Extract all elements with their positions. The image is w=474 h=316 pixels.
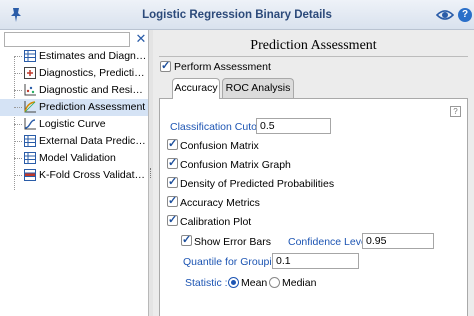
- eye-icon[interactable]: [436, 8, 454, 22]
- sidebar-item-model-validation[interactable]: Model Validation: [0, 150, 148, 167]
- sidebar-item-label: Diagnostic and Residual ...: [39, 84, 147, 96]
- curve-chart-icon: [24, 101, 36, 113]
- show-error-bars-checkbox[interactable]: [181, 233, 192, 246]
- density-probabilities-checkbox[interactable]: [167, 175, 178, 188]
- close-icon[interactable]: ✕: [134, 32, 148, 47]
- sidebar-item-diagnostics-predictions[interactable]: Diagnostics, Predictions, ...: [0, 65, 148, 82]
- calibration-plot-label: Calibration Plot: [180, 216, 252, 228]
- classification-cutoff-input[interactable]: 0.5: [256, 118, 331, 134]
- sidebar-item-prediction-assessment[interactable]: Prediction Assessment: [0, 99, 148, 116]
- table-icon: [24, 152, 36, 164]
- table-icon: [24, 50, 36, 62]
- statistic-mean-label: Mean: [241, 277, 268, 289]
- statistic-mean-radio[interactable]: [228, 277, 239, 288]
- accuracy-metrics-label: Accuracy Metrics: [180, 197, 260, 209]
- window-title: Logistic Regression Binary Details: [142, 9, 332, 21]
- tab-accuracy[interactable]: Accuracy: [172, 78, 220, 99]
- statistic-median-radio[interactable]: [269, 277, 280, 288]
- confusion-matrix-graph-checkbox[interactable]: [167, 156, 178, 169]
- sidebar-item-external-data[interactable]: External Data Predicted ...: [0, 133, 148, 150]
- divider: [159, 56, 468, 57]
- page-title: Prediction Assessment: [250, 38, 377, 53]
- details-panel: Prediction Assessment Perform Assessment…: [153, 30, 474, 316]
- quantile-grouping-input[interactable]: 0.1: [272, 253, 359, 269]
- sidebar-item-label: Diagnostics, Predictions, ...: [39, 67, 147, 79]
- confidence-level-input[interactable]: 0.95: [362, 233, 434, 249]
- tab-roc-analysis[interactable]: ROC Analysis: [222, 78, 294, 98]
- sidebar-item-label: External Data Predicted ...: [39, 135, 147, 147]
- sidebar-item-estimates[interactable]: Estimates and Diagnostics: [0, 48, 148, 65]
- sidebar-item-label: Prediction Assessment: [39, 101, 146, 113]
- sidebar-item-kfold[interactable]: K-Fold Cross Validation: [0, 167, 148, 184]
- confusion-matrix-label: Confusion Matrix: [180, 140, 259, 152]
- table-icon: [24, 135, 36, 147]
- show-error-bars-label: Show Error Bars: [194, 236, 272, 248]
- perform-assessment-label: Perform Assessment: [174, 61, 271, 73]
- scatter-plot-icon: [24, 84, 36, 96]
- sidebar-item-label: Model Validation: [39, 152, 116, 164]
- accuracy-metrics-checkbox[interactable]: [167, 194, 178, 207]
- sidebar-item-diagnostic-residual[interactable]: Diagnostic and Residual ...: [0, 82, 148, 99]
- sidebar-item-label: Logistic Curve: [39, 118, 106, 130]
- navigation-panel: ✕ Estimates and Diagnostics Diagnostics,…: [0, 30, 149, 316]
- search-input[interactable]: [4, 32, 130, 47]
- help-icon[interactable]: ?: [458, 8, 472, 22]
- perform-assessment-checkbox[interactable]: [160, 59, 171, 72]
- search-row: ✕: [4, 32, 147, 47]
- sidebar-item-logistic-curve[interactable]: Logistic Curve: [0, 116, 148, 133]
- confusion-matrix-checkbox[interactable]: [167, 137, 178, 150]
- question-icon[interactable]: ?: [450, 106, 461, 117]
- sidebar-item-label: K-Fold Cross Validation: [39, 169, 147, 181]
- calibration-plot-checkbox[interactable]: [167, 213, 178, 226]
- kfold-icon: [24, 169, 36, 181]
- s-curve-icon: [24, 118, 36, 130]
- statistic-label: Statistic :: [185, 277, 228, 289]
- plus-box-icon: [24, 67, 36, 79]
- density-probabilities-label: Density of Predicted Probabilities: [180, 178, 335, 190]
- confusion-matrix-graph-label: Confusion Matrix Graph: [180, 159, 291, 171]
- title-bar: Logistic Regression Binary Details ?: [0, 0, 474, 30]
- statistic-median-label: Median: [282, 277, 317, 289]
- sidebar-item-label: Estimates and Diagnostics: [39, 50, 147, 62]
- classification-cutoff-label: Classification Cutoff :: [170, 121, 269, 133]
